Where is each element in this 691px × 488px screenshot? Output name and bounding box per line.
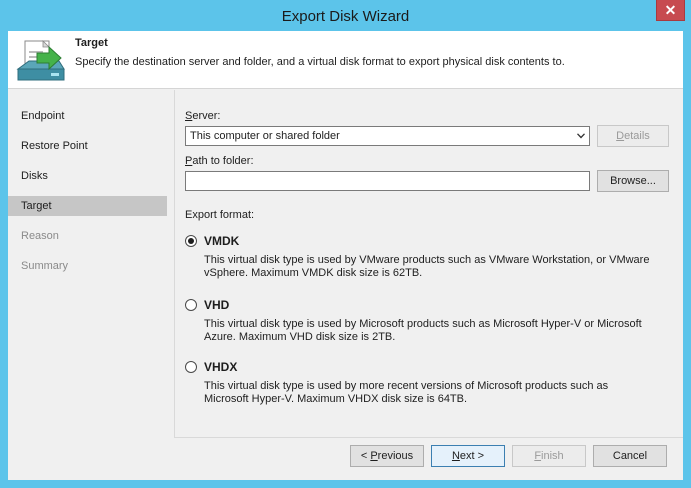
- details-button: Details: [597, 125, 669, 147]
- sidebar-item-restore-point[interactable]: Restore Point: [8, 136, 167, 156]
- vhdx-option-title[interactable]: VHDX: [204, 360, 237, 374]
- wizard-steps-nav: Endpoint Restore Point Disks Target Reas…: [8, 90, 175, 480]
- vhdx-option-description: This virtual disk type is used by more r…: [204, 380, 609, 405]
- wizard-client-area: Target Specify the destination server an…: [8, 31, 683, 480]
- sidebar-item-reason: Reason: [21, 230, 59, 242]
- next-button[interactable]: Next >: [431, 445, 505, 467]
- page-description: Specify the destination server and folde…: [75, 56, 565, 68]
- close-icon[interactable]: ✕: [656, 0, 685, 21]
- sidebar-item-endpoint[interactable]: Endpoint: [8, 106, 167, 126]
- page-title: Target: [75, 37, 108, 49]
- server-label: Server:: [185, 110, 221, 122]
- sidebar-item-summary: Summary: [21, 260, 69, 272]
- server-select[interactable]: This computer or shared folder: [185, 126, 590, 146]
- vmdk-option-description: This virtual disk type is used by VMware…: [204, 254, 650, 279]
- cancel-button[interactable]: Cancel: [593, 445, 667, 467]
- vhdx-radio[interactable]: [185, 361, 197, 373]
- footer-divider: [174, 437, 683, 438]
- wizard-header: Target Specify the destination server an…: [8, 31, 683, 89]
- vhd-option-description: This virtual disk type is used by Micros…: [204, 318, 642, 343]
- server-select-value: This computer or shared folder: [190, 130, 340, 142]
- export-disk-icon: [16, 40, 65, 81]
- sidebar-item-disks[interactable]: Disks: [8, 166, 167, 186]
- export-disk-wizard-window: Export Disk Wizard ✕ Target Specify the …: [0, 0, 691, 488]
- path-label: Path to folder:: [185, 155, 254, 167]
- finish-button: Finish: [512, 445, 586, 467]
- path-to-folder-input[interactable]: [185, 171, 590, 191]
- vmdk-radio[interactable]: [185, 235, 197, 247]
- window-title: Export Disk Wizard: [281, 8, 410, 25]
- title-bar[interactable]: Export Disk Wizard ✕: [0, 0, 691, 31]
- radio-selected-dot: [188, 238, 194, 244]
- chevron-down-icon: [577, 133, 585, 139]
- vhd-option-title[interactable]: VHD: [204, 298, 229, 312]
- vmdk-option-title[interactable]: VMDK: [204, 234, 239, 248]
- browse-button[interactable]: Browse...: [597, 170, 669, 192]
- vhd-radio[interactable]: [185, 299, 197, 311]
- vertical-divider: [174, 90, 175, 438]
- sidebar-item-target[interactable]: Target: [8, 196, 167, 216]
- export-format-label: Export format:: [185, 209, 255, 221]
- previous-button[interactable]: < Previous: [350, 445, 424, 467]
